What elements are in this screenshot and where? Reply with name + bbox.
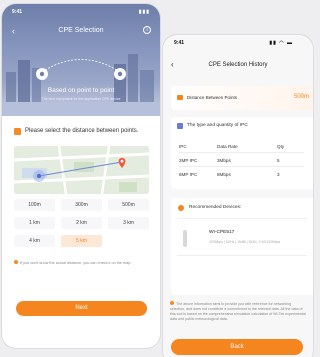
page-title: CPE Selection bbox=[58, 27, 104, 34]
cpe-selection-history-screen: 9:41 ▮▮ ◠ ▬ ‹ CPE Selection History Dist… bbox=[163, 35, 313, 357]
distance-option[interactable]: 2 km bbox=[61, 217, 102, 229]
column-header: Data Rate bbox=[217, 144, 238, 149]
map-preview[interactable] bbox=[14, 146, 149, 194]
ipc-title: The type and quantity of IPC bbox=[187, 123, 248, 128]
hint-icon bbox=[14, 260, 18, 264]
table-cell: 5 bbox=[277, 158, 280, 163]
ipc-icon bbox=[177, 123, 183, 129]
distance-value: 500m bbox=[293, 94, 309, 100]
disclaimer: The above information aims to provide yo… bbox=[170, 301, 306, 322]
device-image bbox=[183, 230, 187, 247]
hero-banner: 9:41 ▮▮▮ ‹ CPE Selection i Based on poin… bbox=[2, 4, 160, 116]
distance-option[interactable]: 300m bbox=[61, 199, 102, 211]
table-cell: 6MP IPC bbox=[179, 172, 198, 177]
distance-option[interactable]: 500m bbox=[108, 199, 149, 211]
table-row: 6MP IPC 8Mbps 3 bbox=[179, 169, 304, 181]
table-cell: 3Mbps bbox=[217, 158, 231, 163]
column-header: Qty bbox=[277, 144, 285, 149]
device-name: WI-CPE517 bbox=[209, 230, 235, 235]
distance-option[interactable]: 3 km bbox=[108, 217, 149, 229]
table-header: IPC Data Rate Qty bbox=[179, 141, 304, 153]
hero-subtitle: The best equipment for the application C… bbox=[41, 97, 121, 101]
status-signal-icon: ▮▮ ◠ ▬ bbox=[269, 40, 293, 46]
status-signal-icon: ▮▮▮ bbox=[138, 9, 150, 15]
table-cell: 3 bbox=[277, 172, 280, 177]
distance-prompt: Please select the distance between point… bbox=[25, 128, 139, 134]
device-item[interactable]: WI-CPE517 300Mbps | 5GHz | 15dBi | 5KM |… bbox=[177, 218, 307, 256]
table-cell: 8Mbps bbox=[217, 172, 231, 177]
hero-heading: Based on point to point bbox=[47, 87, 115, 94]
device-spec: 300Mbps | 5GHz | 15dBi | 5KM | 1*10/100M… bbox=[209, 240, 281, 244]
distance-option-selected[interactable]: 5 km bbox=[61, 235, 102, 247]
distance-option[interactable]: 1 km bbox=[14, 217, 55, 229]
city-illustration bbox=[2, 54, 160, 116]
prompt-icon bbox=[14, 128, 21, 135]
table-cell: 2MP IPC bbox=[179, 158, 198, 163]
cpe-selection-screen: 9:41 ▮▮▮ ‹ CPE Selection i Based on poin… bbox=[2, 4, 160, 348]
table-row: 2MP IPC 3Mbps 5 bbox=[179, 155, 304, 167]
ipc-card: The type and quantity of IPC IPC Data Ra… bbox=[171, 117, 313, 189]
distance-option[interactable]: 100m bbox=[14, 199, 55, 211]
column-header: IPC bbox=[179, 144, 187, 149]
map-hint: If you don't know the actual distance, y… bbox=[14, 260, 149, 266]
recommended-card: Recommended Devices: WI-CPE517 300Mbps |… bbox=[171, 198, 313, 295]
distance-option[interactable]: 4 km bbox=[14, 235, 55, 247]
map-hint-text: If you don't know the actual distance, y… bbox=[20, 261, 132, 265]
recommended-title: Recommended Devices: bbox=[189, 205, 242, 210]
disclaimer-text: The above information aims to provide yo… bbox=[170, 302, 306, 321]
recommend-icon bbox=[178, 205, 184, 211]
status-time: 9:41 bbox=[174, 40, 185, 46]
page-title: CPE Selection History bbox=[208, 62, 268, 68]
status-time: 9:41 bbox=[12, 9, 23, 15]
back-button[interactable]: Back bbox=[171, 339, 303, 355]
disclaimer-icon bbox=[170, 301, 174, 305]
distance-icon bbox=[177, 95, 183, 100]
info-icon[interactable]: i bbox=[143, 26, 151, 34]
distance-label: Distance Between Points bbox=[187, 95, 238, 100]
distance-card: Distance Between Points 500m bbox=[171, 86, 313, 110]
next-button[interactable]: Next bbox=[16, 301, 147, 316]
